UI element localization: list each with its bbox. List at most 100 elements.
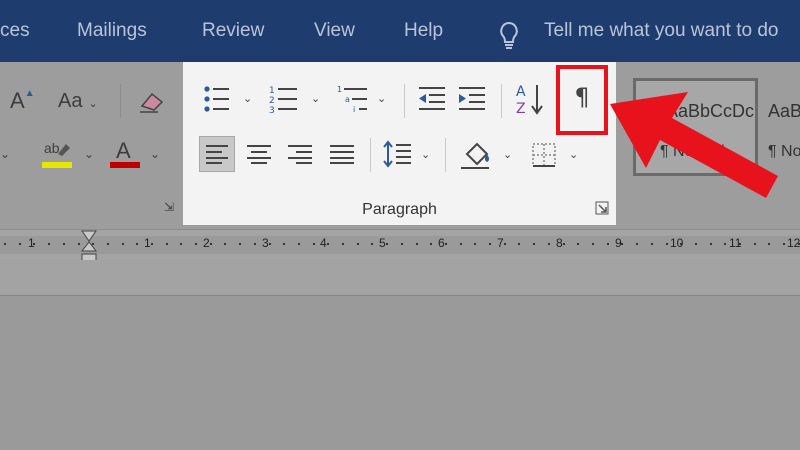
highlight-color-bar — [42, 162, 72, 168]
svg-text:Z: Z — [516, 101, 526, 116]
ruler-tick — [48, 243, 50, 245]
chevron-down-icon[interactable]: ⌄ — [0, 147, 10, 161]
ruler-tick — [518, 243, 520, 245]
ribbon-separator — [501, 84, 502, 118]
red-arrow-annotation — [610, 92, 778, 198]
justify-icon[interactable] — [330, 144, 354, 164]
chevron-down-icon[interactable]: ⌄ — [377, 92, 386, 105]
tab-review[interactable]: Review — [202, 20, 264, 42]
tab-mailings[interactable]: Mailings — [77, 20, 147, 42]
pilcrow-icon: ¶ — [574, 83, 590, 111]
ruler-tick — [445, 243, 447, 245]
align-center-icon[interactable] — [247, 144, 271, 164]
chevron-down-icon[interactable]: ⌄ — [503, 148, 512, 161]
ruler-number: 6 — [438, 236, 445, 250]
ruler-tick — [489, 243, 491, 245]
align-left-button[interactable] — [199, 136, 235, 172]
decrease-indent-icon[interactable] — [417, 86, 447, 112]
ruler-tick — [63, 243, 65, 245]
chevron-down-icon[interactable]: ⌄ — [311, 92, 320, 105]
borders-icon[interactable] — [531, 142, 557, 168]
ruler-tick — [386, 243, 388, 245]
ruler-tick — [504, 243, 506, 245]
tab-help[interactable]: Help — [404, 20, 443, 42]
ruler-tick — [254, 243, 256, 245]
numbering-icon[interactable]: 1 2 3 — [269, 84, 299, 114]
tell-me-search[interactable]: Tell me what you want to do — [544, 20, 778, 42]
eraser-icon[interactable] — [138, 88, 166, 114]
ruler-tick — [754, 243, 756, 245]
chevron-down-icon[interactable]: ⌄ — [84, 147, 94, 161]
ruler-tick — [269, 243, 271, 245]
bullets-icon[interactable] — [203, 84, 231, 114]
ribbon-separator — [370, 138, 371, 172]
chevron-down-icon[interactable]: ⌄ — [569, 148, 578, 161]
ruler-tick — [166, 243, 168, 245]
ruler-tick — [224, 243, 226, 245]
ruler-tick — [401, 243, 403, 245]
grow-font-button[interactable]: A▲ — [10, 88, 35, 114]
shading-icon[interactable] — [459, 138, 493, 170]
ribbon-separator — [404, 84, 405, 118]
ruler-tick — [313, 243, 315, 245]
ruler-tick — [327, 243, 329, 245]
ruler-tick — [533, 243, 535, 245]
svg-text:A: A — [516, 84, 526, 100]
ribbon-tab-bar: ces Mailings Review View Help Tell me wh… — [0, 0, 800, 62]
ribbon-separator — [120, 84, 121, 118]
ruler-tick — [474, 243, 476, 245]
svg-text:1: 1 — [337, 85, 342, 94]
ruler-number: 3 — [262, 236, 269, 250]
font-color-button[interactable]: A — [110, 138, 142, 170]
ruler-tick — [107, 243, 109, 245]
ruler-tick — [666, 243, 668, 245]
align-left-icon — [206, 145, 228, 164]
sort-az-icon[interactable]: A Z — [515, 82, 545, 116]
ruler-tick — [548, 243, 550, 245]
ruler-tick — [122, 243, 124, 245]
document-area[interactable] — [0, 296, 800, 450]
ruler-tick — [19, 243, 21, 245]
ruler-tick — [371, 243, 373, 245]
ruler-tick — [607, 243, 609, 245]
ruler-tick — [33, 243, 35, 245]
ruler-tick — [239, 243, 241, 245]
ruler-tick — [180, 243, 182, 245]
tab-references[interactable]: ces — [0, 20, 30, 42]
chevron-down-icon[interactable]: ⌄ — [421, 148, 430, 161]
ruler-tick — [357, 243, 359, 245]
marker-icon — [58, 144, 70, 156]
svg-text:a: a — [345, 95, 350, 104]
font-dialog-launcher-icon[interactable]: ⇲ — [164, 200, 174, 214]
highlight-button[interactable]: ab — [42, 140, 74, 170]
ruler-tick — [768, 243, 770, 245]
svg-text:i: i — [353, 105, 355, 114]
ruler-number: 1 — [144, 236, 151, 250]
ruler-tick — [621, 243, 623, 245]
tab-view[interactable]: View — [314, 20, 355, 42]
line-spacing-icon[interactable] — [383, 140, 413, 168]
ruler-tick — [298, 243, 300, 245]
paragraph-group-label: Paragraph — [362, 201, 437, 218]
paragraph-group: ⌄ 1 2 3 ⌄ 1 a i ⌄ A Z ⌄ ⌄ ⌄ Paragraph — [183, 62, 616, 225]
ruler-tick — [680, 243, 682, 245]
ruler-tick — [195, 243, 197, 245]
multilevel-list-icon[interactable]: 1 a i — [337, 84, 369, 114]
ruler-tick — [4, 243, 6, 245]
ruler-number: 5 — [379, 236, 386, 250]
chevron-down-icon[interactable]: ⌄ — [150, 147, 160, 161]
ruler-tick — [695, 243, 697, 245]
ruler-tick — [651, 243, 653, 245]
change-case-button[interactable]: Aa ⌄ — [58, 90, 98, 113]
ruler-tick — [739, 243, 741, 245]
ruler-number: 7 — [497, 236, 504, 250]
chevron-down-icon[interactable]: ⌄ — [243, 92, 252, 105]
svg-text:3: 3 — [269, 106, 275, 114]
ruler-tick — [92, 243, 94, 245]
align-right-icon[interactable] — [288, 144, 312, 164]
ruler-number: 4 — [320, 236, 327, 250]
ruler-tick — [563, 243, 565, 245]
lightbulb-icon[interactable] — [496, 20, 522, 52]
ruler-number: 8 — [556, 236, 563, 250]
increase-indent-icon[interactable] — [457, 86, 487, 112]
